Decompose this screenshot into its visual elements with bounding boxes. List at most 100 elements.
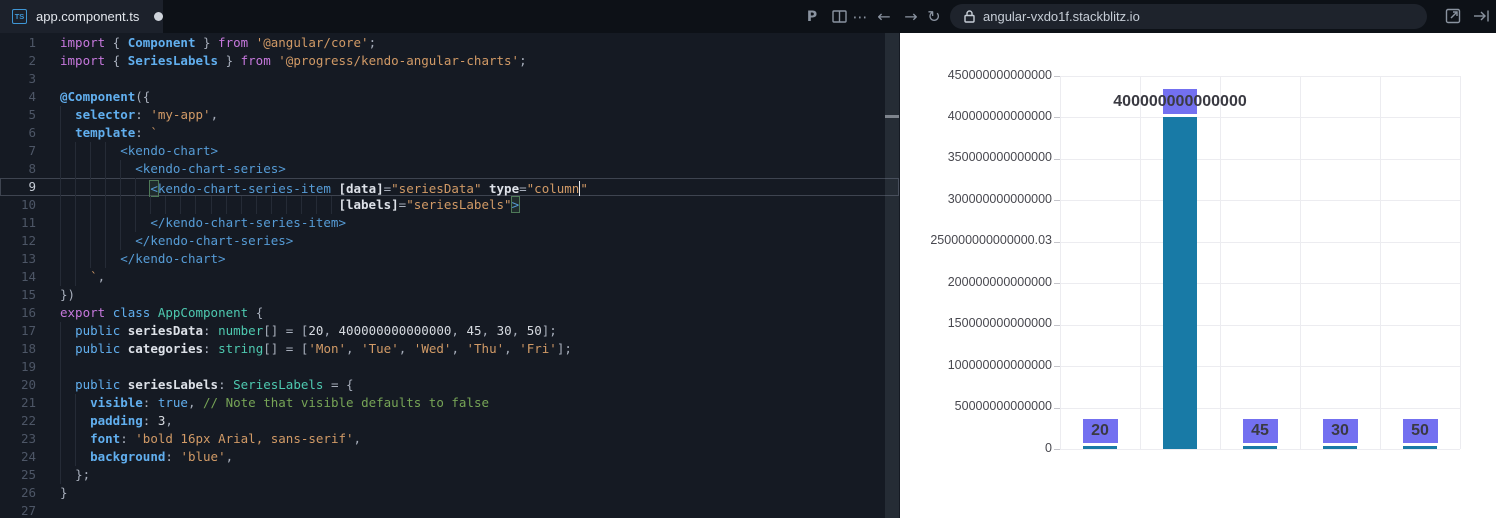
line-number[interactable]: 25 xyxy=(0,466,36,484)
dock-preview-right-icon[interactable] xyxy=(1469,0,1493,33)
code-line[interactable]: 26} xyxy=(0,484,899,502)
code-line[interactable]: 11 </kendo-chart-series-item> xyxy=(0,214,899,232)
line-number[interactable]: 27 xyxy=(0,502,36,518)
code-line[interactable]: 7 <kendo-chart> xyxy=(0,142,899,160)
code-line-content[interactable]: <kendo-chart-series-item [data] = "seriesD… xyxy=(60,178,899,197)
code-line[interactable]: 12 </kendo-chart-series> xyxy=(0,232,899,250)
code-line[interactable]: 19 xyxy=(0,358,899,376)
code-line[interactable]: 13 </kendo-chart> xyxy=(0,250,899,268)
code-line-content[interactable]: } xyxy=(60,484,899,502)
line-number[interactable]: 23 xyxy=(0,430,36,448)
code-line-content[interactable] xyxy=(60,358,899,376)
code-line[interactable]: 5 selector: 'my-app', xyxy=(0,106,899,124)
line-number[interactable]: 17 xyxy=(0,322,36,340)
line-number[interactable]: 8 xyxy=(0,160,36,178)
code-line[interactable]: 14 `, xyxy=(0,268,899,286)
code-editor[interactable]: 1 import { Component } from '@angular/cor… xyxy=(0,33,900,518)
line-number[interactable]: 21 xyxy=(0,394,36,412)
code-line[interactable]: 15}) xyxy=(0,286,899,304)
line-number[interactable]: 19 xyxy=(0,358,36,376)
code-line-content[interactable] xyxy=(60,502,899,518)
code-line-content[interactable]: font: 'bold 16px Arial, sans-serif', xyxy=(60,430,899,448)
code-line[interactable]: 22 padding: 3, xyxy=(0,412,899,430)
code-line-content[interactable]: selector: 'my-app', xyxy=(60,106,899,124)
code-line-content[interactable]: </kendo-chart> xyxy=(60,250,899,268)
line-number[interactable]: 14 xyxy=(0,268,36,286)
code-line-content[interactable] xyxy=(60,70,899,88)
line-number[interactable]: 26 xyxy=(0,484,36,502)
code-line[interactable]: 2 import { SeriesLabels } from '@progress… xyxy=(0,52,899,70)
line-number[interactable]: 4 xyxy=(0,88,36,106)
code-line[interactable]: 25 }; xyxy=(0,466,899,484)
reload-preview-icon[interactable]: ↻ xyxy=(922,0,946,33)
code-line[interactable]: 8 <kendo-chart-series> xyxy=(0,160,899,178)
code-line-content[interactable]: </kendo-chart-series> xyxy=(60,232,899,250)
code-line-content[interactable]: <kendo-chart> xyxy=(60,142,899,160)
code-line-content[interactable]: @Component({ xyxy=(60,88,899,106)
code-line[interactable]: 18 public categories: string[] = ['Mon',… xyxy=(0,340,899,358)
code-line[interactable]: 3 xyxy=(0,70,899,88)
code-line[interactable]: 20 public seriesLabels: SeriesLabels = { xyxy=(0,376,899,394)
line-number[interactable]: 15 xyxy=(0,286,36,304)
code-token: template xyxy=(75,125,136,140)
indent-guide xyxy=(60,358,61,376)
editor-scrollbar[interactable] xyxy=(885,33,899,518)
code-token: : xyxy=(203,323,219,338)
nav-back-icon[interactable]: ← xyxy=(872,0,896,33)
preview-url-bar[interactable]: angular-vxdo1f.stackblitz.io xyxy=(950,4,1427,29)
code-line[interactable]: 17 public seriesData: number[] = [20, 40… xyxy=(0,322,899,340)
line-number[interactable]: 7 xyxy=(0,142,36,160)
line-number[interactable]: 12 xyxy=(0,232,36,250)
code-line[interactable]: 27 xyxy=(0,502,899,518)
line-number[interactable]: 2 xyxy=(0,52,36,70)
code-line[interactable]: 24 background: 'blue', xyxy=(0,448,899,466)
split-editor-icon[interactable] xyxy=(827,0,851,33)
line-number[interactable]: 16 xyxy=(0,304,36,322)
code-line[interactable]: 6 template: ` xyxy=(0,124,899,142)
code-line-content[interactable]: [labels]="seriesLabels"> xyxy=(60,196,899,214)
code-line-content[interactable]: background: 'blue', xyxy=(60,448,899,466)
more-options-icon[interactable]: ⋯ xyxy=(850,0,870,33)
code-line[interactable]: 4 @Component({ xyxy=(0,88,899,106)
code-line[interactable]: 10 [labels]="seriesLabels"> xyxy=(0,196,899,214)
code-line-content[interactable]: padding: 3, xyxy=(60,412,899,430)
code-line-content[interactable]: }) xyxy=(60,286,899,304)
line-number[interactable]: 18 xyxy=(0,340,36,358)
line-number[interactable]: 1 xyxy=(0,34,36,52)
code-line[interactable]: 1 import { Component } from '@angular/cor… xyxy=(0,34,899,52)
code-line-content[interactable]: </kendo-chart-series-item> xyxy=(60,214,899,232)
line-number[interactable]: 5 xyxy=(0,106,36,124)
code-line-content[interactable]: }; xyxy=(60,466,899,484)
code-line-content[interactable]: template: ` xyxy=(60,124,899,142)
code-token: }) xyxy=(60,287,76,302)
code-line-content[interactable]: public seriesData: number[] = [20, 40000… xyxy=(60,322,899,340)
line-number[interactable]: 20 xyxy=(0,376,36,394)
code-line-content[interactable]: `, xyxy=(60,268,899,286)
code-line-content[interactable]: import { SeriesLabels } from '@progress/… xyxy=(60,52,899,70)
line-number[interactable]: 11 xyxy=(0,214,36,232)
code-line[interactable]: 16 export class AppComponent { xyxy=(0,304,899,322)
y-axis-label: 100000000000000 xyxy=(947,357,1052,372)
open-in-new-window-icon[interactable] xyxy=(1441,0,1465,33)
code-line-active[interactable]: 9 <kendo-chart-series-item [data] = "serie… xyxy=(0,178,899,197)
code-line-content[interactable]: visible: true, // Note that visible defa… xyxy=(60,394,899,412)
line-number[interactable]: 6 xyxy=(0,124,36,142)
prettier-format-icon[interactable]: P xyxy=(801,0,823,33)
code-line-content[interactable]: export class AppComponent { xyxy=(60,304,899,322)
code-token: import xyxy=(60,35,106,50)
line-number[interactable]: 13 xyxy=(0,250,36,268)
code-line-content[interactable]: import { Component } from '@angular/core… xyxy=(60,34,899,52)
nav-forward-icon[interactable]: → xyxy=(899,0,923,33)
line-number[interactable]: 9 xyxy=(0,178,36,196)
line-number[interactable]: 3 xyxy=(0,70,36,88)
code-line-content[interactable]: <kendo-chart-series> xyxy=(60,160,899,178)
tab-app-component-ts[interactable]: TS app.component.ts xyxy=(0,0,164,33)
code-line-content[interactable]: public categories: string[] = ['Mon', 'T… xyxy=(60,340,899,358)
line-number[interactable]: 10 xyxy=(0,196,36,214)
line-number[interactable]: 22 xyxy=(0,412,36,430)
line-number[interactable]: 24 xyxy=(0,448,36,466)
code-line[interactable]: 21 visible: true, // Note that visible d… xyxy=(0,394,899,412)
code-line[interactable]: 23 font: 'bold 16px Arial, sans-serif', xyxy=(0,430,899,448)
code-line-content[interactable]: public seriesLabels: SeriesLabels = { xyxy=(60,376,899,394)
